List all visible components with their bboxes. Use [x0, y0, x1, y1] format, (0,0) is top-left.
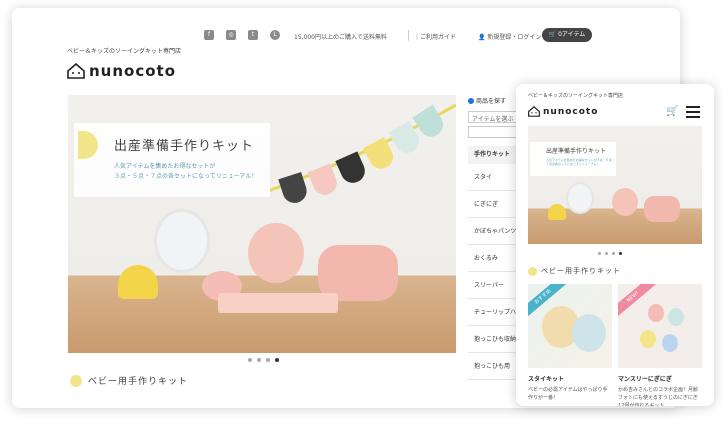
slider-dot[interactable]	[605, 252, 608, 255]
bib-image	[248, 223, 304, 283]
social-links: f ◎ t L	[204, 30, 280, 40]
mobile-hero-title: 出産準備手作りキット	[546, 148, 607, 155]
hero-title: 出産準備手作りキット	[114, 139, 255, 154]
product-title[interactable]: スタイキット	[528, 374, 564, 383]
toy-image	[648, 304, 664, 322]
mobile-hero-subtitle: 人気アイテムを集めたお得なセットが３点・５点・７点の各セットになってリニューアル…	[546, 158, 615, 166]
login-link[interactable]: 👤 新規登録・ログイン	[478, 32, 541, 41]
bib-image	[154, 209, 210, 273]
radio-label: 商品を探す	[476, 98, 507, 105]
slider-dot[interactable]	[612, 252, 615, 255]
hamburger-menu-icon[interactable]	[686, 106, 700, 118]
slider-dot-active[interactable]	[619, 252, 622, 255]
mobile-logo-text: nunocoto	[543, 106, 599, 117]
product-description: かめ吉みさんとのコラボ企画！月齢フォトにも使えるすうじのにぎにぎ12個が作れるキ…	[618, 387, 698, 406]
radio-icon	[468, 97, 474, 104]
mobile-tagline: ベビー＆キッズのソーイングキット専門店	[528, 93, 624, 99]
instagram-icon[interactable]: ◎	[226, 30, 236, 40]
product-description: ベビーの必需アイテムはやっぱり手作りが一番！	[528, 387, 608, 401]
mobile-section-title: ベビー用手作りキット	[528, 266, 621, 276]
toy-image	[668, 308, 684, 326]
bib-image	[566, 182, 594, 214]
store-tagline: ベビー＆キッズのソーイングキット専門店	[67, 48, 182, 55]
product-title[interactable]: マンスリーにぎにぎ	[618, 374, 672, 383]
stage: f ◎ t L 15,000円以上のご購入で送料無料 ｜ご利用ガイド 👤 新規登…	[0, 0, 728, 425]
slider-dot[interactable]	[257, 358, 261, 362]
facebook-icon[interactable]: f	[204, 30, 214, 40]
slider-dot[interactable]	[266, 358, 270, 362]
product-card-bib[interactable]: おすすめ	[528, 284, 612, 368]
mobile-logo[interactable]: nunocoto	[528, 106, 598, 117]
bib-image	[572, 314, 606, 352]
section-title: ベビー用手作りキット	[70, 374, 188, 387]
bib-image	[612, 188, 638, 216]
hero-subtitle: 人気アイテムを集めたお得なセットが	[114, 163, 216, 170]
mobile-section-title-label: ベビー用手作りキット	[541, 267, 621, 275]
slider-dots	[248, 358, 279, 362]
section-accent-icon	[70, 374, 82, 387]
hat-image	[548, 204, 566, 220]
cart-icon[interactable]: 🛒	[666, 106, 678, 117]
cloth-image	[218, 293, 338, 313]
section-title-label: ベビー用手作りキット	[88, 377, 189, 387]
guide-link[interactable]: ｜ご利用ガイド	[414, 32, 456, 41]
slider-dot[interactable]	[598, 252, 601, 255]
house-logo-icon	[67, 63, 85, 79]
product-card-nigi[interactable]: NEW!	[618, 284, 702, 368]
hero-banner[interactable]: 出産準備手作りキット 人気アイテムを集めたお得なセットが ３点・５点・７点の各セ…	[68, 95, 456, 353]
divider	[408, 30, 409, 41]
toy-image	[640, 330, 656, 348]
line-icon[interactable]: L	[270, 30, 280, 40]
slider-dot-active[interactable]	[275, 358, 279, 362]
guide-link-label: ご利用ガイド	[420, 34, 457, 41]
house-logo-icon	[528, 106, 540, 117]
cart-button[interactable]: 🛒 0アイテム	[542, 28, 592, 42]
twitter-icon[interactable]: t	[248, 30, 258, 40]
slider-dot[interactable]	[248, 358, 252, 362]
toy-image	[662, 334, 678, 352]
section-accent-icon	[528, 266, 537, 276]
logo-text: nunocoto	[89, 62, 177, 80]
logo[interactable]: nunocoto	[67, 62, 176, 80]
login-link-label: 新規登録・ログイン	[487, 34, 542, 41]
mobile-window: ベビー＆キッズのソーイングキット専門店 nunocoto 🛒 出産準備手作りキッ…	[516, 84, 714, 406]
hat-image	[118, 265, 158, 299]
free-shipping-notice: 15,000円以上のご購入で送料無料	[294, 34, 387, 41]
pumpkin-pants-image	[644, 196, 680, 222]
mobile-slider-dots	[598, 252, 622, 255]
hero-subtitle: ３点・５点・７点の各セットになってリニューアル！	[114, 173, 258, 180]
mobile-hero-banner[interactable]: 出産準備手作りキット 人気アイテムを集めたお得なセットが３点・５点・７点の各セッ…	[528, 126, 702, 244]
cart-count: 0アイテム	[558, 31, 586, 38]
